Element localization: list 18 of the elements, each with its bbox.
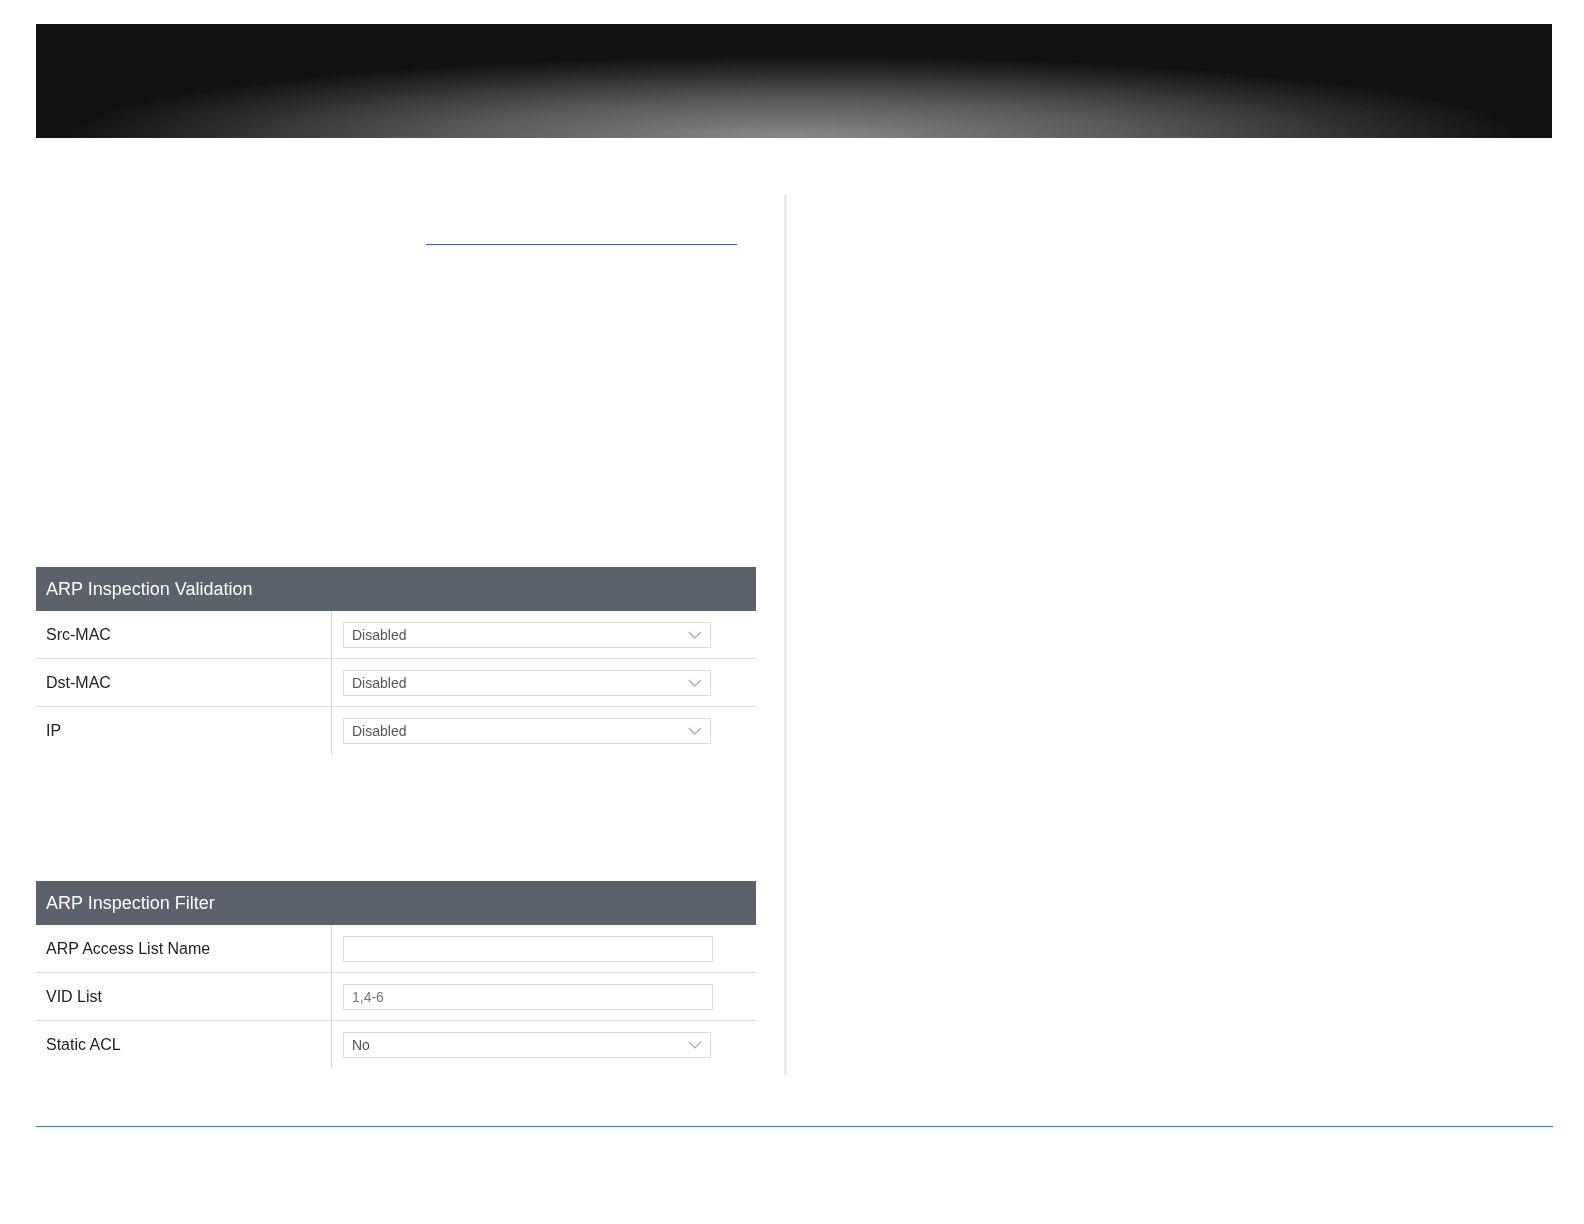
dropdown[interactable]: No: [343, 1031, 711, 1058]
dropdown[interactable]: Disabled: [343, 669, 711, 696]
chevron-down-icon: [688, 1040, 702, 1049]
chevron-down-icon: [688, 726, 702, 735]
input-field[interactable]: [343, 935, 713, 962]
input-field[interactable]: 1,4-6: [343, 983, 713, 1010]
chevron-down-icon: [688, 630, 702, 639]
chevron-down-icon: [688, 678, 702, 687]
field-label: Static ACL: [36, 1021, 332, 1068]
field-label: Dst-MAC: [36, 659, 332, 706]
panel-title: ARP Inspection Validation: [36, 567, 756, 611]
field-label: VID List: [36, 973, 332, 1020]
field-label: IP: [36, 707, 332, 754]
dropdown[interactable]: Disabled: [343, 621, 711, 648]
field-label: Src-MAC: [36, 611, 332, 658]
panel-title: ARP Inspection Filter: [36, 881, 756, 925]
dropdown[interactable]: Disabled: [343, 717, 711, 744]
field-label: ARP Access List Name: [36, 925, 332, 972]
